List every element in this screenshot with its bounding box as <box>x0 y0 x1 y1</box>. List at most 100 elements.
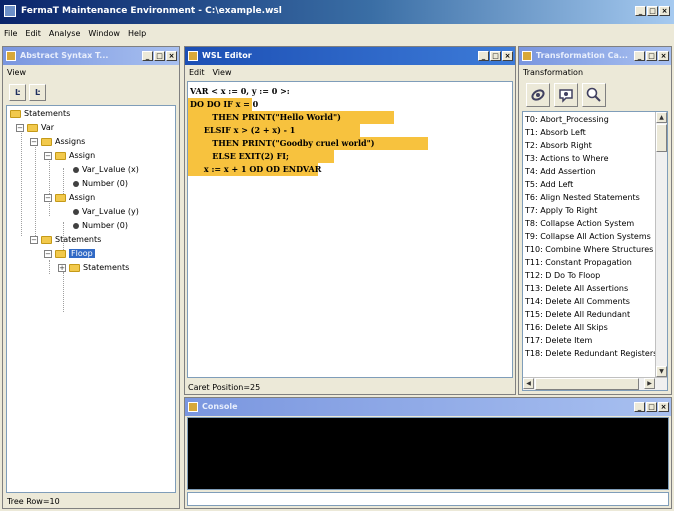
collapse-icon[interactable]: − <box>16 123 24 132</box>
minimize-button[interactable]: _ <box>635 6 646 16</box>
leaf-icon <box>73 222 79 229</box>
frame-icon <box>6 51 16 61</box>
test-transformation-icon[interactable] <box>554 83 578 107</box>
code-editor[interactable]: VAR < x := 0, y := 0 >: DO DO IF x = 0 T… <box>187 81 513 378</box>
main-title-bar[interactable]: FermaT Maintenance Environment - C:\exam… <box>0 0 674 24</box>
wsl-editor-title-bar[interactable]: WSL Editor _ □ × <box>185 47 515 65</box>
list-item[interactable]: T3: Actions to Where <box>525 152 609 165</box>
transformation-menu: Transformation <box>519 65 671 80</box>
tree-connector <box>35 140 36 236</box>
list-item[interactable]: T10: Combine Where Structures <box>525 243 653 256</box>
console-input[interactable] <box>187 492 669 506</box>
collapse-icon[interactable]: − <box>30 235 38 244</box>
scroll-thumb[interactable] <box>656 124 667 152</box>
maximize-button[interactable]: □ <box>646 402 657 412</box>
list-item[interactable]: T9: Collapse All Action Systems <box>525 230 651 243</box>
list-item[interactable]: T13: Delete All Assertions <box>525 282 628 295</box>
apply-transformation-icon[interactable] <box>526 83 550 107</box>
tree-node[interactable]: + Statements <box>58 263 129 272</box>
minimize-button[interactable]: _ <box>478 51 489 61</box>
menu-edit[interactable]: Edit <box>189 68 205 77</box>
list-item[interactable]: T7: Apply To Right <box>525 204 597 217</box>
menu-transformation[interactable]: Transformation <box>523 68 583 77</box>
collapse-icon[interactable]: − <box>44 249 52 258</box>
scroll-down-icon[interactable]: ▼ <box>656 366 667 377</box>
minimize-button[interactable]: _ <box>634 51 645 61</box>
wsl-editor-buttons: _ □ × <box>478 51 513 61</box>
menu-view[interactable]: View <box>7 68 26 77</box>
tree-leaf[interactable]: Number (0) <box>73 179 128 188</box>
tree-node-label: Floop <box>69 249 95 258</box>
close-button[interactable]: × <box>658 51 669 61</box>
list-item[interactable]: T18: Delete Redundant Registers <box>525 347 657 360</box>
folder-icon <box>27 123 38 132</box>
close-button[interactable]: × <box>502 51 513 61</box>
scroll-up-icon[interactable]: ▲ <box>656 112 667 123</box>
vertical-scrollbar[interactable]: ▲ ▼ <box>655 112 667 377</box>
minimize-button[interactable]: _ <box>634 402 645 412</box>
maximize-button[interactable]: □ <box>646 51 657 61</box>
list-item[interactable]: T14: Delete All Comments <box>525 295 630 308</box>
close-button[interactable]: × <box>658 402 669 412</box>
tree-connector <box>49 260 50 274</box>
tree-expand-icon[interactable]: Ŀ <box>9 83 26 101</box>
tree-node-label: Assign <box>69 193 96 202</box>
scroll-thumb[interactable] <box>535 378 639 390</box>
close-button[interactable]: × <box>166 51 177 61</box>
list-item[interactable]: T0: Abort_Processing <box>525 113 609 126</box>
collapse-icon[interactable]: − <box>44 193 52 202</box>
list-item[interactable]: T16: Delete All Skips <box>525 321 608 334</box>
folder-icon <box>41 137 52 146</box>
list-item[interactable]: T6: Align Nested Statements <box>525 191 640 204</box>
transformation-title-bar[interactable]: Transformation Ca... _ □ × <box>519 47 671 65</box>
tree-node[interactable]: Statements <box>10 109 70 118</box>
tree-leaf[interactable]: Number (0) <box>73 221 128 230</box>
maximize-button[interactable]: □ <box>154 51 165 61</box>
list-item[interactable]: T11: Constant Propagation <box>525 256 632 269</box>
menu-window[interactable]: Window <box>88 29 120 38</box>
ast-frame-menu: View <box>3 65 179 80</box>
collapse-icon[interactable]: − <box>30 137 38 146</box>
horizontal-scrollbar[interactable]: ◀ ▶ <box>523 377 667 390</box>
collapse-icon[interactable]: − <box>44 151 52 160</box>
wsl-editor-title: WSL Editor <box>202 51 252 60</box>
tree-connector <box>63 168 64 194</box>
tree-node[interactable]: − Assign <box>44 193 95 202</box>
close-button[interactable]: × <box>659 6 670 16</box>
menu-analyse[interactable]: Analyse <box>49 29 81 38</box>
tree-collapse-icon[interactable]: Ŀ <box>29 83 46 101</box>
syntax-tree[interactable]: Statements − Var − Assigns − Assign Var_… <box>6 105 176 493</box>
console-title-bar[interactable]: Console _ □ × <box>185 398 671 416</box>
maximize-button[interactable]: □ <box>490 51 501 61</box>
list-item[interactable]: T8: Collapse Action System <box>525 217 634 230</box>
menu-file[interactable]: File <box>4 29 17 38</box>
ast-frame-title-bar[interactable]: Abstract Syntax T... _ □ × <box>3 47 179 65</box>
tree-connector <box>21 126 22 236</box>
app-title: FermaT Maintenance Environment - C:\exam… <box>21 6 282 16</box>
minimize-button[interactable]: _ <box>142 51 153 61</box>
tree-node[interactable]: − Assigns <box>30 137 85 146</box>
list-item[interactable]: T5: Add Left <box>525 178 573 191</box>
menu-view[interactable]: View <box>213 68 232 77</box>
list-item[interactable]: T2: Absorb Right <box>525 139 592 152</box>
tree-leaf[interactable]: Var_Lvalue (x) <box>73 165 139 174</box>
ast-toolbar: Ŀ Ŀ <box>3 80 179 104</box>
list-item[interactable]: T4: Add Assertion <box>525 165 596 178</box>
tree-node[interactable]: − Assign <box>44 151 95 160</box>
tree-leaf[interactable]: Var_Lvalue (y) <box>73 207 139 216</box>
menu-help[interactable]: Help <box>128 29 146 38</box>
search-transformation-icon[interactable] <box>582 83 606 107</box>
transformation-list[interactable]: T0: Abort_Processing T1: Absorb Left T2:… <box>522 111 668 391</box>
tree-node[interactable]: − Statements <box>30 235 101 244</box>
tree-node[interactable]: − Var <box>16 123 54 132</box>
list-item[interactable]: T15: Delete All Redundant <box>525 308 630 321</box>
tree-node-selected[interactable]: − Floop <box>44 249 95 258</box>
list-item[interactable]: T1: Absorb Left <box>525 126 586 139</box>
list-item[interactable]: T12: D Do To Floop <box>525 269 600 282</box>
expand-icon[interactable]: + <box>58 263 66 272</box>
list-item[interactable]: T17: Delete Item <box>525 334 592 347</box>
maximize-button[interactable]: □ <box>647 6 658 16</box>
menu-edit[interactable]: Edit <box>25 29 41 38</box>
scroll-right-icon[interactable]: ▶ <box>644 378 655 389</box>
scroll-left-icon[interactable]: ◀ <box>523 378 534 389</box>
